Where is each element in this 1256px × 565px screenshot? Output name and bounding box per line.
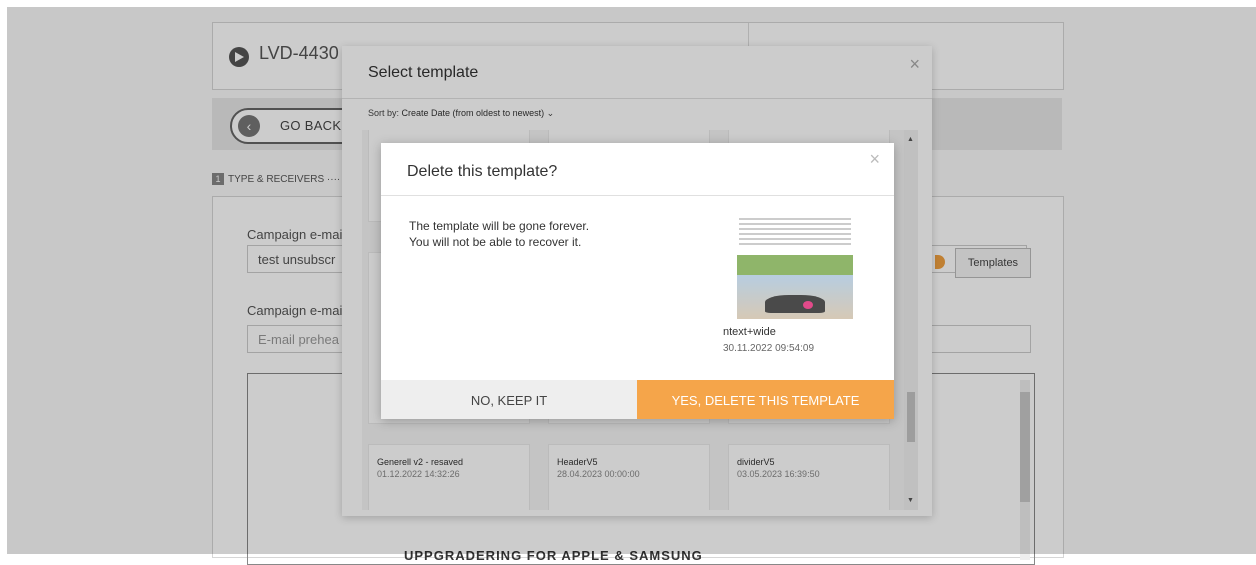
left-edge xyxy=(0,0,7,554)
warning-line-1: The template will be gone forever. xyxy=(409,219,590,233)
template-date: 30.11.2022 09:54:09 xyxy=(723,343,815,354)
template-preview-thumbnail xyxy=(735,215,853,319)
preview-green-band xyxy=(737,255,853,275)
delete-dialog-title: Delete this template? xyxy=(407,163,558,180)
delete-template-button[interactable]: YES, DELETE THIS TEMPLATE xyxy=(637,380,894,419)
delete-warning-message: The template will be gone forever. You w… xyxy=(409,218,669,250)
close-icon[interactable]: × xyxy=(869,149,880,170)
dialog-divider xyxy=(381,195,894,196)
warning-line-2: You will not be able to recover it. xyxy=(409,235,582,249)
top-edge xyxy=(0,0,1256,7)
preview-text-block xyxy=(739,215,851,253)
template-name: ntext+wide xyxy=(723,326,776,338)
delete-template-dialog: Delete this template? × The template wil… xyxy=(381,143,894,419)
car-icon xyxy=(765,295,825,313)
keep-template-button[interactable]: NO, KEEP IT xyxy=(381,380,637,419)
